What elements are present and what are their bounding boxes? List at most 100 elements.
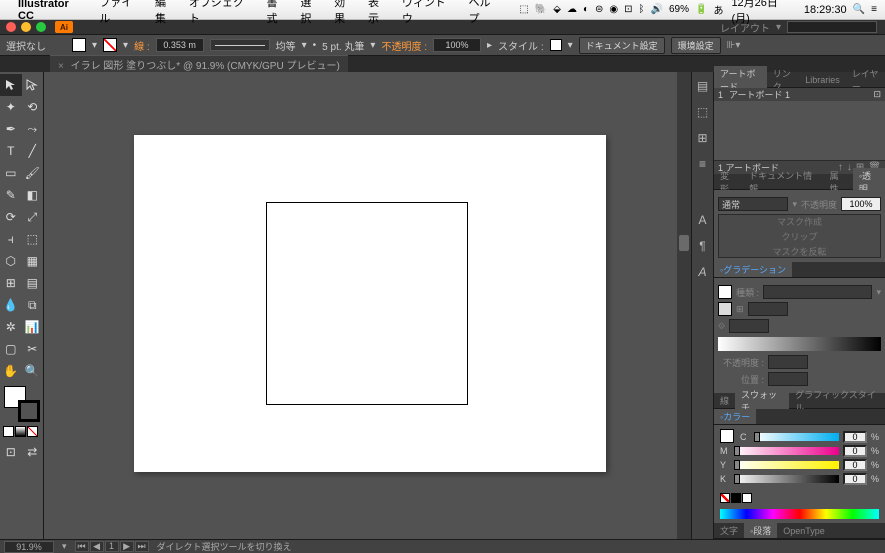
opacity-label[interactable]: 不透明度 : [381,38,427,53]
chevron-down-icon[interactable]: ▾ [568,40,573,51]
scrollbar-thumb[interactable] [679,235,689,251]
battery-icon[interactable]: 🔋 [695,4,707,15]
color-mode-swatches[interactable] [3,426,43,437]
tab-gradient[interactable]: ◦グラデーション [714,262,792,277]
screen-mode-cycle[interactable]: ⇄ [22,441,44,463]
stroke-width-field[interactable] [156,38,204,52]
dock-icon[interactable]: ⬚ [695,104,711,120]
paragraph-panel-icon[interactable]: ¶ [695,238,711,254]
dock-icon[interactable]: ≡ [695,156,711,172]
gradient-position-field[interactable] [768,372,808,386]
dropbox-icon[interactable]: ⬙ [553,4,561,15]
menu-object[interactable]: オブジェクト [189,0,255,26]
menu-file[interactable]: ファイル [99,0,143,26]
bw-none-swatches[interactable] [720,493,879,503]
paintbrush-tool[interactable]: 🖌 [22,162,44,184]
bluetooth-icon[interactable]: ᛒ [639,4,645,15]
k-slider[interactable] [734,475,839,483]
cloud-icon[interactable]: ☁ [567,4,577,15]
uniform-label[interactable]: 均等 [276,38,296,53]
spotlight-icon[interactable]: 🔍 [853,4,865,15]
slice-tool[interactable]: ✂ [22,338,44,360]
opacity-value-field[interactable] [841,197,881,211]
eraser-tool[interactable]: ◧ [22,184,44,206]
preferences-button[interactable]: 環境設定 [671,37,721,54]
opacity-mask-area[interactable]: マスク作成 クリップ マスクを反転 [718,214,881,258]
gradient-opacity-field[interactable] [768,355,808,369]
line-tool[interactable]: ╱ [22,140,44,162]
width-tool[interactable]: ⫞ [0,228,22,250]
fill-stroke-indicator[interactable] [4,386,40,422]
search-field[interactable] [787,21,877,33]
tab-opentype[interactable]: OpenType [777,525,831,537]
status-icon[interactable]: ⊡ [624,4,632,15]
vertical-scrollbar[interactable] [677,72,691,539]
artboard-options-icon[interactable]: ⊡ [873,89,881,100]
angle-field[interactable] [748,302,788,316]
tab-color[interactable]: ◦カラー [714,409,756,424]
type-tool[interactable]: T [0,140,22,162]
hand-tool[interactable]: ✋ [0,360,22,382]
tab-character[interactable]: 文字 [714,523,744,538]
brush-label[interactable]: 5 pt. 丸筆 [322,38,364,53]
menu-view[interactable]: 表示 [368,0,390,26]
artboard-list-row[interactable]: 1 アートボード 1 ⊡ [714,88,885,101]
maximize-window-button[interactable] [36,22,46,32]
gradient-tool[interactable]: ▤ [22,272,44,294]
pen-tool[interactable]: ✒ [0,118,22,140]
y-value[interactable] [843,459,867,471]
chevron-down-icon[interactable]: ▾ [62,541,67,552]
document-tab[interactable]: × イラレ 図形 塗りつぶし* @ 91.9% (CMYK/GPU プレビュー) [50,55,348,73]
menu-icon[interactable]: ≡ [871,4,877,15]
chat-icon[interactable]: ⊜ [595,4,603,15]
ime-icon[interactable]: あ [713,2,723,17]
zoom-field[interactable]: 91.9% [4,541,54,553]
menu-edit[interactable]: 編集 [155,0,177,26]
menubar-time[interactable]: 18:29:30 [804,4,847,16]
k-value[interactable] [843,473,867,485]
menu-help[interactable]: ヘルプ [469,0,502,26]
stroke-color[interactable] [18,400,40,422]
direct-selection-tool[interactable] [22,74,44,96]
y-slider[interactable] [734,461,839,469]
menu-type[interactable]: 書式 [266,0,288,26]
app-name[interactable]: Illustrator CC [18,0,87,22]
graph-tool[interactable]: 📊 [22,316,44,338]
zoom-tool[interactable]: 🔍 [22,360,44,382]
character-panel-icon[interactable]: A [695,212,711,228]
symbol-sprayer-tool[interactable]: ✲ [0,316,22,338]
blend-mode-select[interactable]: 通常 [718,197,788,211]
dock-icon[interactable]: ⊞ [695,130,711,146]
color-spectrum[interactable] [720,509,879,519]
tab-libraries[interactable]: Libraries [799,74,846,86]
rectangle-object[interactable] [266,202,468,405]
selection-tool[interactable] [0,74,22,96]
rectangle-tool[interactable]: ▭ [0,162,22,184]
mesh-tool[interactable]: ⊞ [0,272,22,294]
glyphs-panel-icon[interactable]: A [695,264,711,280]
m-slider[interactable] [734,447,839,455]
close-tab-icon[interactable]: × [58,61,64,72]
volume-icon[interactable]: 🔊 [651,4,663,15]
opacity-field[interactable] [433,38,481,52]
stroke-label[interactable]: 線 : [134,38,150,53]
curvature-tool[interactable]: ⤳ [22,118,44,140]
lasso-tool[interactable]: ⟲ [22,96,44,118]
m-value[interactable] [843,445,867,457]
chevron-down-icon[interactable]: ▾ [123,40,128,51]
artboard-nav[interactable]: ⏮◀1▶⏭ [75,541,149,552]
menu-window[interactable]: ウィンドウ [402,0,457,26]
minimize-window-button[interactable] [21,22,31,32]
tab-stroke[interactable]: 線 [714,393,735,408]
screen-mode-tool[interactable]: ⊡ [0,441,22,463]
shape-builder-tool[interactable]: ⬡ [0,250,22,272]
tab-paragraph[interactable]: ◦段落 [744,523,777,538]
style-swatch[interactable] [550,39,562,51]
evernote-icon[interactable]: 🐘 [535,4,547,15]
status-icon[interactable]: ⬚ [519,4,528,15]
aspect-field[interactable] [729,319,769,333]
document-setup-button[interactable]: ドキュメント設定 [579,37,665,54]
eyedropper-tool[interactable]: 💧 [0,294,22,316]
chevron-down-icon[interactable]: ▾ [92,40,97,51]
shaper-tool[interactable]: ✎ [0,184,22,206]
